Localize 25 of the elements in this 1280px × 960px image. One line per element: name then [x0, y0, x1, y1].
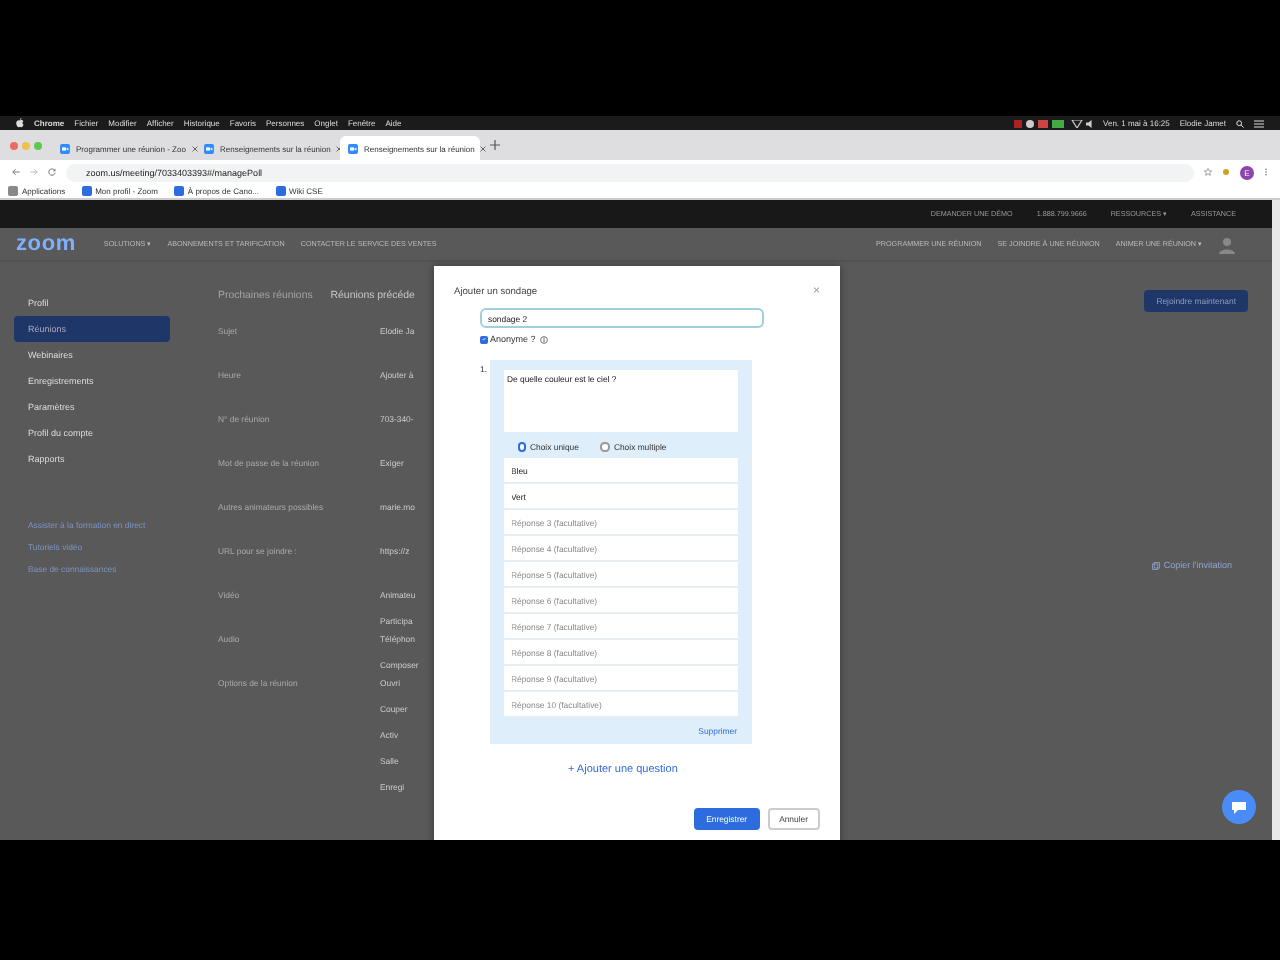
search-icon[interactable] — [1236, 119, 1244, 127]
chat-button[interactable] — [1222, 790, 1256, 824]
user-icon[interactable] — [1218, 235, 1236, 253]
copy-icon — [1151, 561, 1160, 569]
anonymous-checkbox[interactable] — [480, 335, 488, 343]
star-icon[interactable] — [1204, 168, 1212, 176]
video-camera-icon — [204, 143, 214, 153]
new-tab-icon[interactable] — [490, 140, 500, 150]
video-camera-icon — [60, 143, 70, 153]
menu-icon[interactable] — [1254, 119, 1264, 127]
apple-logo-icon[interactable] — [16, 118, 24, 128]
status-icons-drawing — [1013, 119, 1094, 127]
reload-icon[interactable] — [48, 168, 56, 176]
info-icon[interactable] — [539, 335, 548, 343]
close-icon[interactable] — [191, 145, 198, 151]
chat-bubble-icon — [1232, 801, 1246, 813]
apps-grid-icon — [8, 186, 18, 196]
page-icon — [81, 186, 92, 196]
page-icon — [173, 186, 184, 196]
page-icon — [275, 186, 285, 196]
extension-icon[interactable] — [1222, 168, 1230, 176]
back-icon[interactable] — [12, 168, 20, 176]
window-controls-drawing[interactable] — [8, 139, 48, 151]
close-icon[interactable] — [480, 145, 487, 151]
video-camera-icon — [348, 143, 358, 153]
